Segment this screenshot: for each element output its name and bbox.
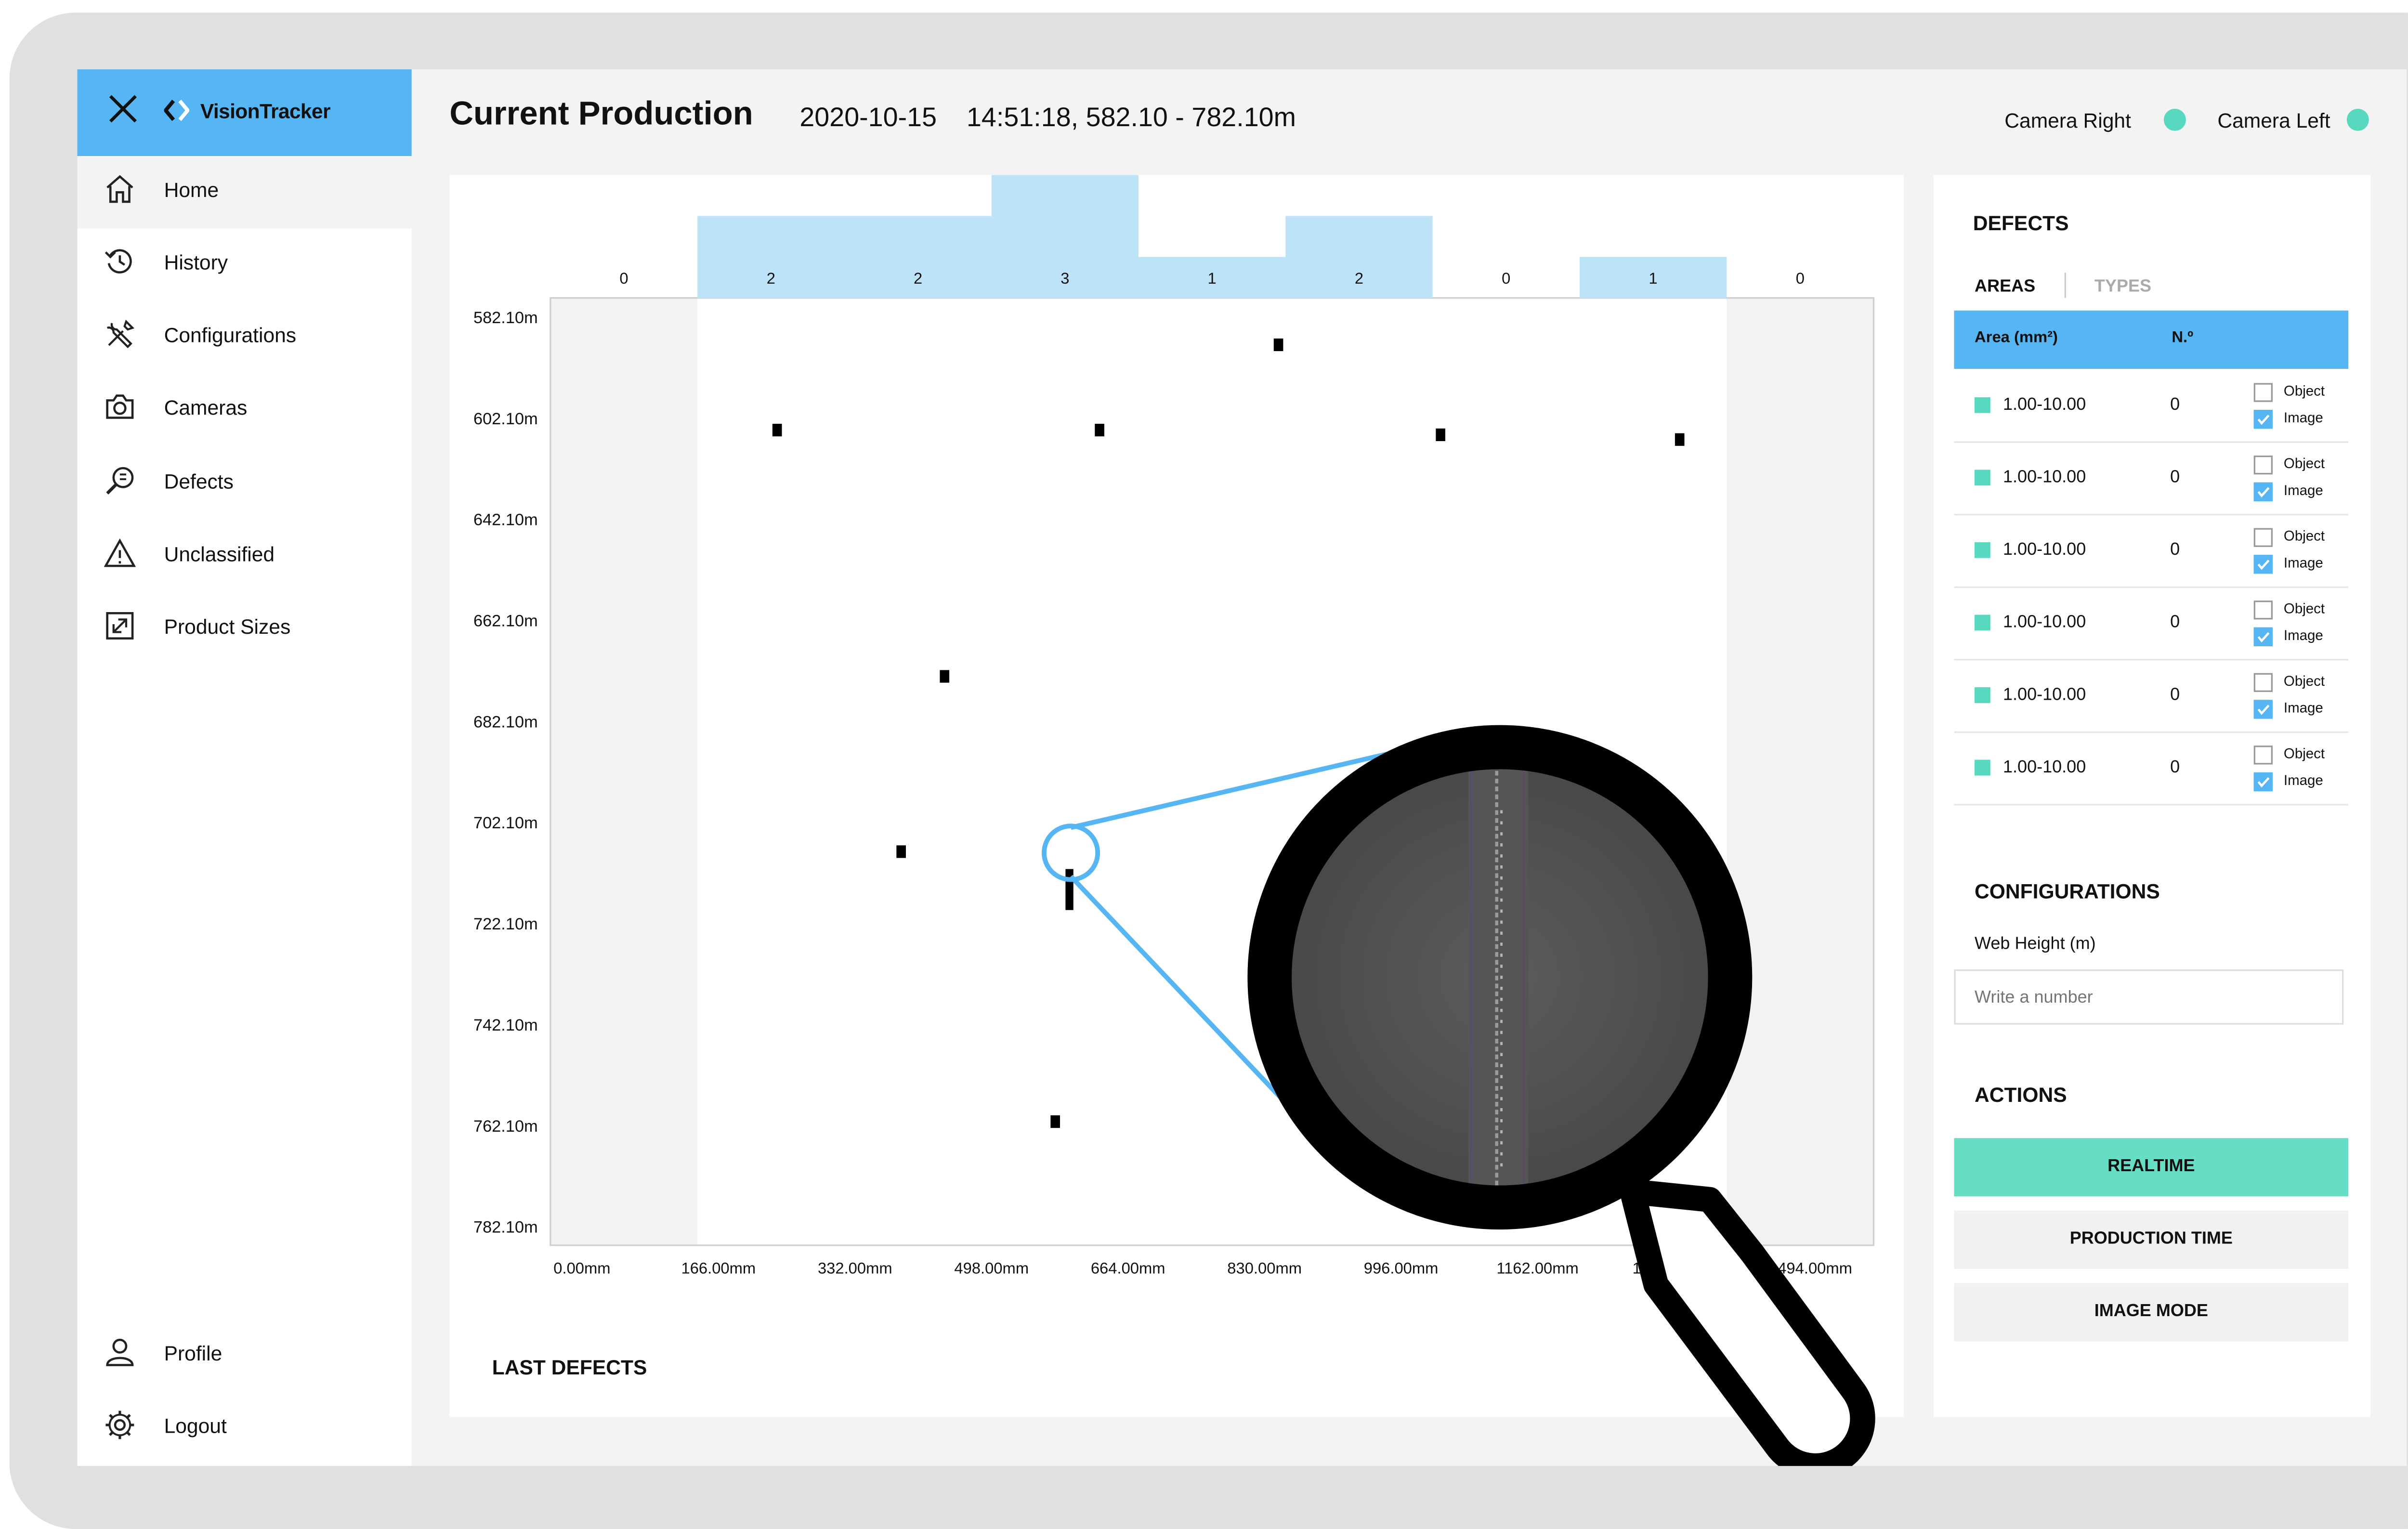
magnified-defect-image (1468, 769, 1529, 1186)
magnifier-overlay (1042, 725, 1875, 1466)
magnifier-handle (1620, 1179, 1875, 1466)
highlighted-defect-ring (1042, 823, 1100, 882)
app-screen: VisionTracker Home History Configuration… (77, 69, 2407, 1466)
